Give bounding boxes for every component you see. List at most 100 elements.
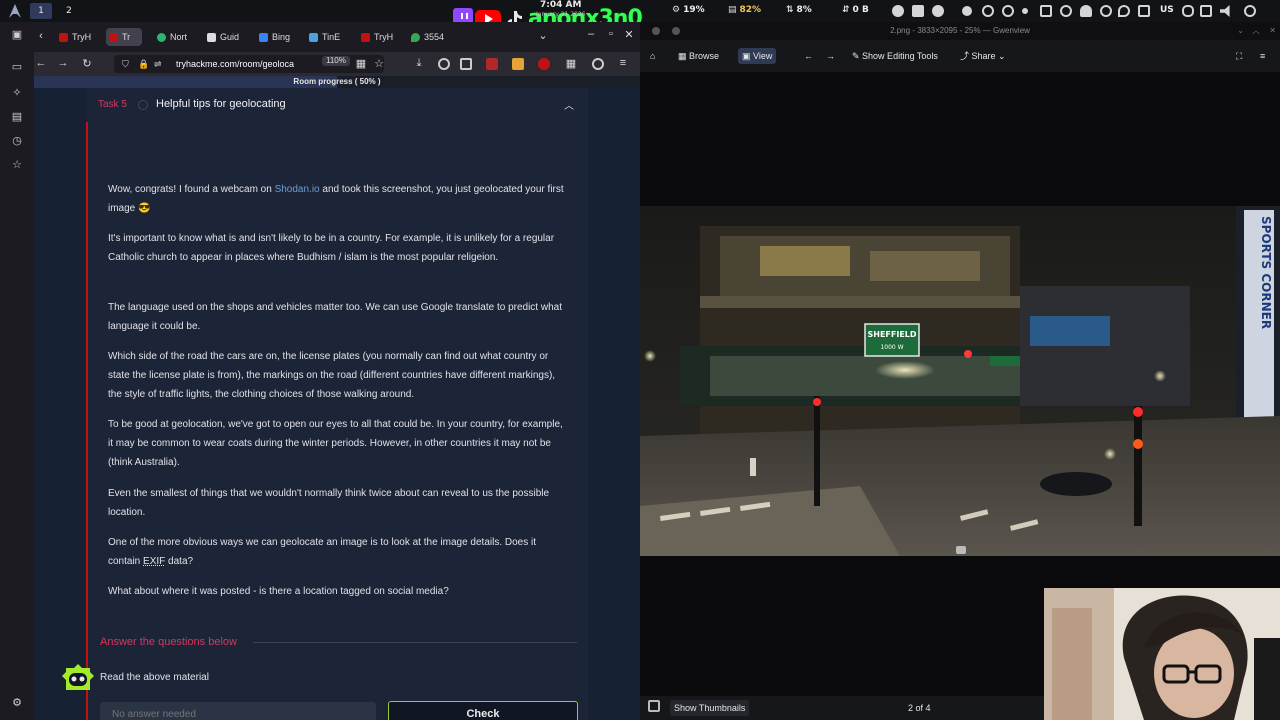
sheffield-number-text: 1000 W xyxy=(880,344,903,351)
workspace-1-button[interactable]: 1 xyxy=(30,3,52,19)
viewer-menu-icon[interactable]: ≡ xyxy=(1260,48,1265,64)
bookmark-star-icon[interactable]: ☆ xyxy=(10,158,24,172)
tab-tineye[interactable]: TinE xyxy=(306,28,350,46)
nord-favicon-icon xyxy=(157,33,166,42)
tab-tryhackme-1[interactable]: TryH xyxy=(56,28,102,46)
extension-notify-icon[interactable] xyxy=(538,58,550,70)
tryhackme-favicon-icon xyxy=(361,33,370,42)
home-icon[interactable]: ⌂ xyxy=(650,48,655,64)
previous-image-icon[interactable]: ← xyxy=(804,48,813,64)
transfer-stat: ⇵ 0 B xyxy=(842,5,869,15)
reload-icon[interactable]: ↻ xyxy=(80,57,94,70)
download-icon[interactable]: ⤓ xyxy=(412,57,426,70)
keyboard-layout[interactable]: US xyxy=(1160,5,1174,15)
tray-screen-icon[interactable] xyxy=(1200,5,1212,17)
browser-sidebar: ▣ ▭ ✧ ▤ ◷ ☆ ⚙ xyxy=(0,22,34,720)
window-menu-icon[interactable] xyxy=(652,27,660,35)
tray-circle-icon[interactable] xyxy=(892,5,904,17)
tab-maps[interactable]: 3554 xyxy=(408,28,452,46)
ai-chat-icon[interactable]: ✧ xyxy=(10,86,24,100)
answer-input[interactable] xyxy=(100,702,376,720)
arch-logo-icon[interactable] xyxy=(8,3,22,19)
site-info-icon[interactable]: ⇌ xyxy=(154,55,162,73)
workspace-2-button[interactable]: 2 xyxy=(58,3,80,19)
clock[interactable]: 7:04 AM January 21 2026 xyxy=(536,1,585,19)
shield-icon[interactable]: ⛉ xyxy=(122,55,129,73)
extensions-grid-icon[interactable]: ▦ xyxy=(564,57,578,70)
vpn-icon[interactable] xyxy=(592,58,604,70)
account-icon[interactable] xyxy=(438,58,450,70)
bookmarks-panel-icon[interactable]: ▤ xyxy=(10,110,24,124)
tab-tryhackme-active[interactable]: Tr xyxy=(106,28,142,46)
room-progress-label: Room progress ( 50% ) xyxy=(293,77,381,86)
tray-window-icon[interactable] xyxy=(1040,5,1052,17)
viewer-minimize-icon[interactable]: ⌄ xyxy=(1237,22,1244,40)
check-button[interactable]: Check xyxy=(388,701,578,720)
tab-tryhackme-2[interactable]: TryH xyxy=(358,28,402,46)
chevron-up-icon[interactable]: ︿ xyxy=(564,97,574,112)
sidebar-panel-icon[interactable] xyxy=(648,700,660,712)
exif-abbreviation[interactable]: EXIF xyxy=(143,556,165,567)
window-minimize-icon[interactable]: – xyxy=(584,28,598,40)
forward-arrow-icon[interactable]: → xyxy=(56,57,70,69)
webcam-overlay-facecam xyxy=(1044,588,1280,720)
tray-location-icon[interactable] xyxy=(1118,5,1130,17)
answer-section-divider xyxy=(253,642,577,643)
sidebar-toggle-icon[interactable]: ▣ xyxy=(10,28,24,42)
bookmark-star-icon[interactable]: ☆ xyxy=(372,57,386,70)
tab-guide[interactable]: Guid xyxy=(204,28,248,46)
tray-square-icon[interactable] xyxy=(912,5,924,17)
tray-chrome-icon[interactable] xyxy=(1002,5,1014,17)
power-icon[interactable] xyxy=(1244,5,1256,17)
next-image-icon[interactable]: → xyxy=(826,48,835,64)
viewer-close-icon[interactable]: ✕ xyxy=(1269,22,1276,40)
webcam-screenshot-image[interactable]: SHEFFIELD 1000 W SPORTS CORNER xyxy=(640,206,1280,556)
task-5-header[interactable]: Task 5 Helpful tips for geolocating ︿ xyxy=(86,88,588,122)
show-thumbnails-button[interactable]: Show Thumbnails xyxy=(670,700,750,716)
tray-layout-icon[interactable] xyxy=(1138,5,1150,17)
extension-orange-icon[interactable] xyxy=(512,58,524,70)
lock-icon[interactable]: 🔒 xyxy=(138,55,149,73)
clock-date: January 21 2026 xyxy=(536,11,586,18)
tray-clock-icon[interactable] xyxy=(932,5,944,17)
question-label: Read the above material xyxy=(100,672,209,683)
reader-grid-icon[interactable]: ▦ xyxy=(354,57,368,70)
window-maximize-icon[interactable]: ▫ xyxy=(604,28,618,40)
tray-steam-icon[interactable] xyxy=(982,5,994,17)
extension-puzzle-icon[interactable] xyxy=(460,58,472,70)
tray-dot-icon[interactable] xyxy=(1022,8,1028,14)
viewer-title-text: 2.png - 3833×2095 - 25% — Gwenview xyxy=(890,26,1030,35)
answer-section-title: Answer the questions below xyxy=(100,636,237,648)
tray-mic-icon[interactable] xyxy=(1100,5,1112,17)
guide-favicon-icon xyxy=(207,33,216,42)
paragraph-language: The language used on the shops and vehic… xyxy=(108,302,562,332)
tab-nord[interactable]: Nort xyxy=(154,28,198,46)
history-icon[interactable]: ◷ xyxy=(10,134,24,148)
back-arrow-icon[interactable]: ← xyxy=(34,57,48,69)
tab-list-icon[interactable]: ⌄ xyxy=(536,29,550,42)
sidebar-tab-toggle-icon[interactable]: ▭ xyxy=(10,60,24,74)
view-button[interactable]: ▣ View xyxy=(738,48,777,64)
zoom-level-badge[interactable]: 110% xyxy=(322,56,350,66)
volume-icon[interactable] xyxy=(1220,5,1230,17)
extension-red-icon[interactable] xyxy=(486,58,498,70)
tray-user-icon[interactable] xyxy=(962,6,972,16)
assistant-bot-icon[interactable] xyxy=(60,662,96,696)
viewer-maximize-icon[interactable]: ︿ xyxy=(1252,22,1260,40)
tray-power-icon[interactable] xyxy=(1060,5,1072,17)
show-editing-tools-button[interactable]: ✎ Show Editing Tools xyxy=(852,48,938,64)
share-button[interactable]: ⤴ Share ⌄ xyxy=(960,48,1006,64)
task-number: Task 5 xyxy=(98,99,127,110)
window-close-icon[interactable]: ✕ xyxy=(622,28,636,41)
tab-scroll-left-icon[interactable]: ‹ xyxy=(34,30,48,42)
tray-mic2-icon[interactable] xyxy=(1182,5,1194,17)
shodan-link[interactable]: Shodan.io xyxy=(275,184,320,195)
viewer-toolbar: ⌂ ▦ Browse ▣ View ← → ✎ Show Editing Too… xyxy=(640,40,1280,72)
window-pin-icon[interactable] xyxy=(672,27,680,35)
fullscreen-icon[interactable]: ⛶ xyxy=(1236,48,1242,64)
browse-button[interactable]: ▦ Browse xyxy=(678,48,719,64)
tray-weather-icon[interactable] xyxy=(1080,5,1092,17)
settings-gear-icon[interactable]: ⚙ xyxy=(10,696,24,710)
hamburger-menu-icon[interactable]: ≡ xyxy=(616,57,630,69)
tab-bing[interactable]: Bing xyxy=(256,28,298,46)
